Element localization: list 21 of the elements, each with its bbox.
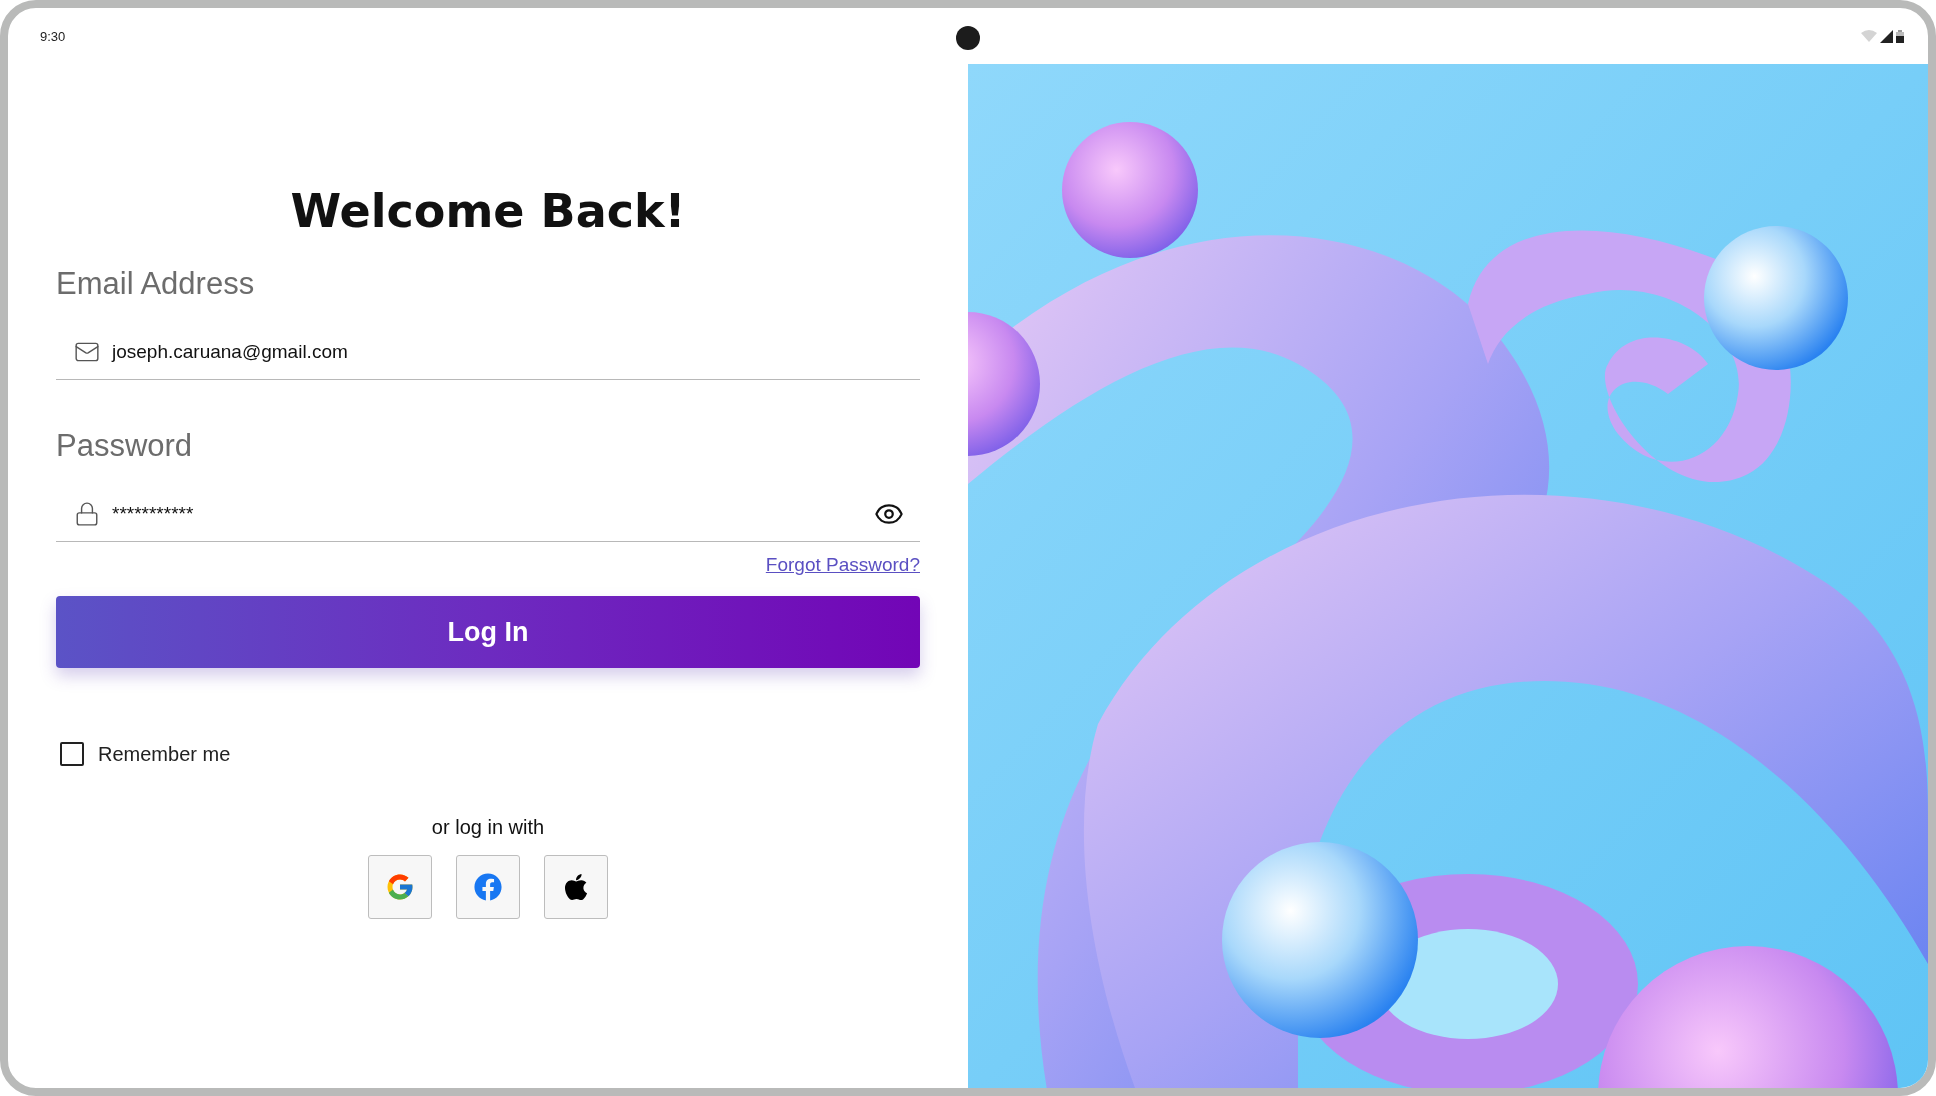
apple-login-button[interactable] — [544, 855, 608, 919]
password-label: Password — [56, 428, 194, 464]
password-field[interactable]: *********** — [56, 486, 920, 542]
google-icon — [385, 872, 415, 902]
status-time: 9:30 — [40, 28, 66, 44]
camera-dot — [956, 26, 980, 50]
battery-icon — [1896, 29, 1904, 43]
signal-icon — [1880, 29, 1893, 43]
email-field[interactable]: joseph.caruana@gmail.com — [56, 324, 920, 380]
lock-icon — [74, 500, 100, 527]
remember-checkbox[interactable] — [60, 742, 84, 766]
social-login-prompt: or log in with — [430, 816, 546, 839]
login-button[interactable]: Log In — [56, 596, 920, 668]
remember-label: Remember me — [98, 742, 231, 766]
google-login-button[interactable] — [368, 855, 432, 919]
email-label: Email Address — [56, 266, 256, 302]
facebook-login-button[interactable] — [456, 855, 520, 919]
facebook-icon — [474, 873, 502, 901]
wifi-icon — [1861, 30, 1877, 42]
welcome-heading: Welcome Back! — [289, 184, 687, 238]
forgot-password-link[interactable]: Forgot Password? — [765, 554, 920, 576]
